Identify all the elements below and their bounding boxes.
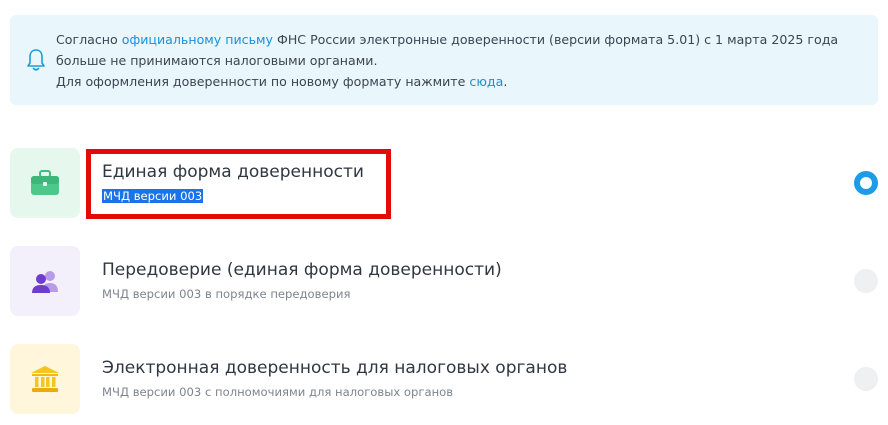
option-title: Передоверие (единая форма доверенности) [102,260,502,280]
official-letter-link[interactable]: официальному письму [122,32,273,47]
radio-unselected[interactable] [854,269,878,293]
notice-banner: Согласно официальному письму ФНС России … [10,15,878,105]
notice-text: Согласно официальному письму ФНС России … [56,29,866,92]
option-tax-authority[interactable]: Электронная доверенность для налоговых о… [10,344,878,414]
bank-icon [31,366,59,392]
option-icon-box [10,148,80,218]
bell-icon [27,49,45,71]
briefcase-icon [31,170,59,195]
users-icon [32,271,58,293]
notice-text-part: Для оформления доверенности по новому фо… [56,74,470,89]
option-icon-box [10,246,80,316]
option-title: Электронная доверенность для налоговых о… [102,358,568,378]
option-icon-box [10,344,80,414]
option-subtitle: МЧД версии 003 в порядке передоверия [102,287,351,301]
here-link[interactable]: сюда [469,74,503,89]
option-redelegation[interactable]: Передоверие (единая форма доверенности) … [10,246,878,316]
radio-selected[interactable] [854,171,878,195]
annotation-highlight-box [86,149,391,219]
notice-text-part: . [503,74,508,89]
radio-unselected[interactable] [854,367,878,391]
option-subtitle: МЧД версии 003 с полномочиями для налого… [102,385,454,399]
notice-text-part: Согласно [56,32,122,47]
